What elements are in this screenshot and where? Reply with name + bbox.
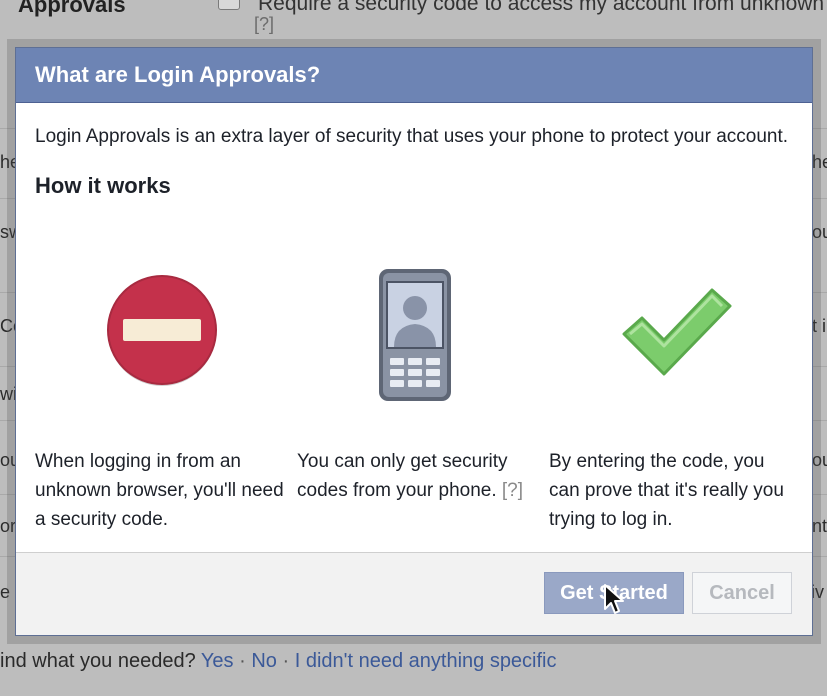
- background-text-fragment: ou: [812, 222, 827, 242]
- background-text-fragment: t i: [812, 316, 827, 336]
- feedback-prompt: ind what you needed?: [0, 650, 196, 672]
- feedback-separator: ·: [239, 650, 246, 672]
- step-description: By entering the code, you can prove that…: [549, 447, 799, 534]
- blocked-icon: [105, 274, 219, 393]
- background-text-fragment: ou: [812, 450, 827, 470]
- cancel-button[interactable]: Cancel: [692, 572, 792, 614]
- feedback-bar: ind what you needed? Yes · No · I didn't…: [0, 650, 557, 673]
- dialog-footer: Get Started Cancel: [16, 552, 812, 635]
- feedback-separator: ·: [282, 650, 290, 672]
- checkmark-icon: [620, 284, 732, 383]
- intro-text: Login Approvals is an extra layer of sec…: [35, 126, 789, 147]
- background-text-fragment: or: [0, 516, 17, 536]
- background-text-fragment: he: [812, 152, 827, 172]
- background-text-fragment: nt: [812, 516, 827, 536]
- help-link[interactable]: [?]: [502, 480, 523, 501]
- dialog-header: What are Login Approvals?: [16, 48, 812, 103]
- how-it-works-heading: How it works: [35, 173, 171, 198]
- mouse-pointer-icon: [603, 583, 625, 620]
- step-text: When logging in from an unknown browser,…: [35, 451, 284, 530]
- feedback-nothing-specific-link[interactable]: I didn't need anything specific: [295, 650, 557, 672]
- background-text-fragment: e: [0, 582, 11, 602]
- background-help-link[interactable]: [?]: [254, 14, 274, 35]
- feedback-yes-link[interactable]: Yes: [201, 650, 234, 672]
- background-section-title: Approvals: [18, 0, 126, 17]
- feedback-no-link[interactable]: No: [251, 650, 277, 672]
- background-checkbox-label: Require a security code to access my acc…: [258, 0, 825, 15]
- dialog-body: Login Approvals is an extra layer of sec…: [16, 103, 812, 199]
- step-description: When logging in from an unknown browser,…: [35, 447, 285, 534]
- login-approvals-dialog: What are Login Approvals? Login Approval…: [15, 47, 813, 636]
- step-text: By entering the code, you can prove that…: [549, 451, 784, 530]
- dialog-title: What are Login Approvals?: [35, 62, 321, 87]
- step-description: You can only get security codes from you…: [297, 447, 542, 505]
- step-text: You can only get security codes from you…: [297, 451, 508, 501]
- background-checkbox[interactable]: [218, 0, 240, 10]
- phone-icon: [378, 268, 452, 407]
